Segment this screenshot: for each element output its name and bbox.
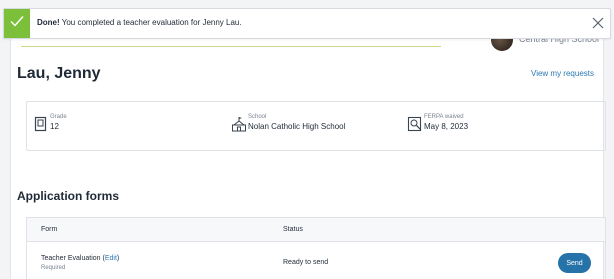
table-header: Form Status — [27, 218, 605, 242]
grade-icon — [33, 116, 49, 132]
school-icon — [231, 116, 247, 132]
status-text: Ready to send — [283, 259, 329, 266]
application-forms-title: Application forms — [17, 189, 120, 203]
ferpa-icon — [407, 116, 423, 132]
toast-bold: Done! — [37, 18, 60, 27]
success-toast: Done! You completed a teacher evaluation… — [3, 8, 611, 39]
info-label: School — [248, 114, 267, 120]
view-requests-link[interactable]: View my requests — [531, 69, 594, 78]
table-row: Teacher Evaluation (Edit) Required Ready… — [27, 242, 605, 279]
info-label: Grade — [50, 114, 67, 120]
info-value: 12 — [50, 122, 59, 131]
close-icon[interactable] — [591, 16, 605, 30]
form-title: Teacher Evaluation — [41, 255, 101, 262]
student-name: Lau, Jenny — [17, 65, 101, 82]
toast-text: You completed a teacher evaluation for J… — [59, 18, 242, 27]
edit-link[interactable]: Edit — [105, 255, 117, 262]
header-underline — [21, 46, 441, 47]
send-button[interactable]: Send — [558, 253, 591, 273]
column-header-status: Status — [283, 226, 303, 233]
page-container: Central High School Lau, Jenny View my r… — [10, 14, 606, 279]
info-label: FERPA waived — [424, 114, 464, 120]
forms-table: Form Status Teacher Evaluation (Edit) Re… — [26, 217, 606, 279]
required-note: Required — [41, 265, 66, 271]
check-icon — [9, 13, 25, 34]
toast-status-box — [4, 9, 30, 38]
column-header-form: Form — [41, 226, 58, 233]
edit-close-paren: ) — [116, 255, 120, 262]
toast-message: Done! You completed a teacher evaluation… — [37, 18, 242, 27]
info-value: May 8, 2023 — [424, 122, 469, 131]
student-info-card: Grade 12 School Nolan Catholic High Scho… — [26, 101, 606, 151]
info-value: Nolan Catholic High School — [248, 122, 346, 131]
form-name: Teacher Evaluation (Edit) — [41, 255, 119, 262]
